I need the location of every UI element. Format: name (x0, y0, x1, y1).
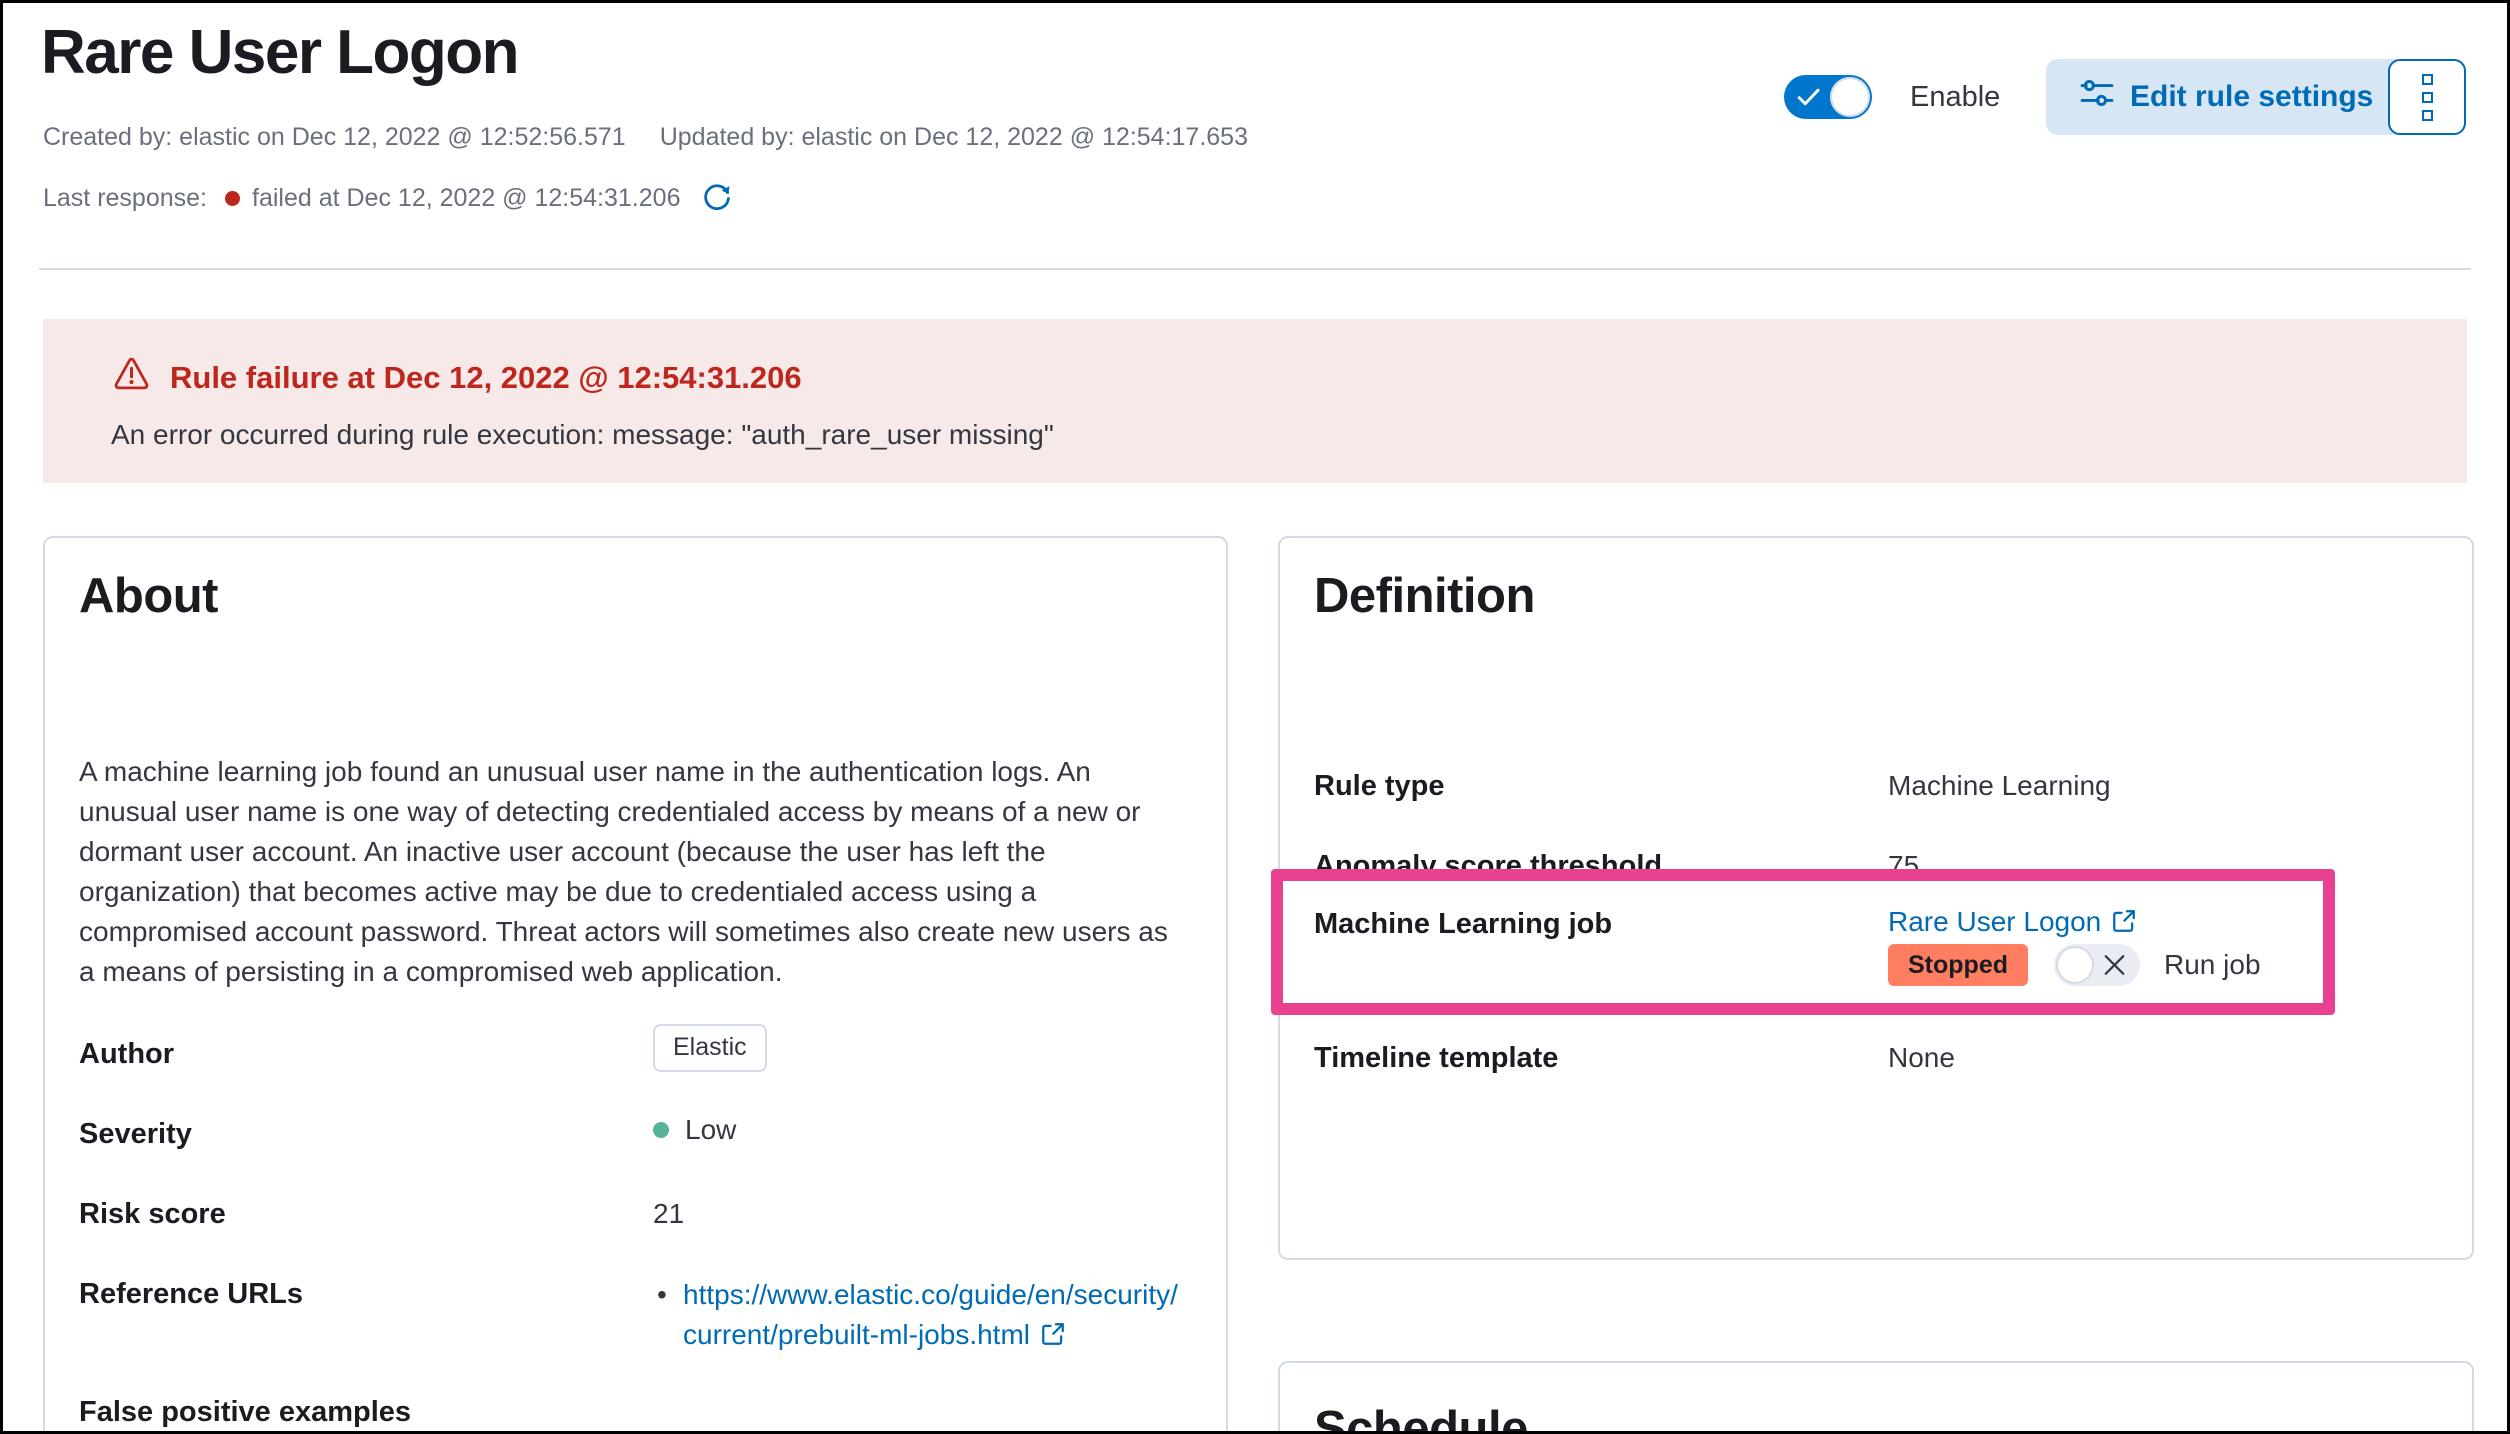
timeline-template-label: Timeline template (1314, 1042, 1558, 1075)
schedule-panel: Schedule (1278, 1361, 2474, 1434)
enable-group: Enable (1784, 75, 2000, 119)
rule-details-page: Rare User Logon Created by: elastic on D… (0, 0, 2510, 1434)
timeline-template-value: None (1888, 1042, 1955, 1074)
failed-status-dot-icon (225, 191, 240, 206)
cross-icon (2104, 955, 2125, 976)
reference-urls-label: Reference URLs (79, 1278, 303, 1311)
controls-icon (2080, 76, 2114, 118)
edit-rule-settings-label: Edit rule settings (2130, 80, 2373, 114)
author-badge: Elastic (653, 1024, 767, 1072)
reference-url-item: https://www.elastic.co/guide/en/security… (653, 1275, 1188, 1358)
rule-failure-message: An error occurred during rule execution:… (111, 419, 1054, 451)
last-response-value: failed at Dec 12, 2022 @ 12:54:31.206 (252, 184, 680, 213)
enable-switch[interactable] (1784, 75, 1872, 119)
run-job-switch[interactable] (2054, 944, 2140, 986)
rule-type-label: Rule type (1314, 770, 1445, 803)
severity-text: Low (685, 1114, 736, 1146)
risk-score-label: Risk score (79, 1198, 226, 1231)
ml-job-status-row: Stopped Run job (1888, 944, 2261, 986)
reference-url-link[interactable]: https://www.elastic.co/guide/en/security… (683, 1279, 1178, 1350)
external-link-icon (2111, 908, 2137, 941)
warning-triangle-icon (113, 355, 150, 400)
ml-job-link[interactable]: Rare User Logon (1888, 906, 2137, 937)
more-actions-button[interactable] (2388, 59, 2466, 135)
header-divider (39, 268, 2471, 270)
updated-by-text: Updated by: elastic on Dec 12, 2022 @ 12… (660, 123, 1248, 151)
author-value: Elastic (653, 1024, 767, 1072)
severity-label: Severity (79, 1118, 192, 1151)
ml-job-link-row: Rare User Logon (1888, 906, 2137, 941)
definition-title: Definition (1314, 568, 1535, 624)
anomaly-threshold-label: Anomaly score threshold (1314, 850, 1662, 883)
about-panel: About A machine learning job found an un… (43, 536, 1228, 1434)
severity-low-dot-icon (653, 1122, 669, 1138)
last-response-label: Last response: (43, 184, 207, 213)
false-positives-label: False positive examples (79, 1396, 411, 1429)
edit-rule-settings-button[interactable]: Edit rule settings (2046, 59, 2407, 135)
refresh-button[interactable] (702, 182, 732, 215)
rule-type-value: Machine Learning (1888, 770, 2111, 802)
refresh-icon (702, 182, 732, 215)
enable-label: Enable (1910, 81, 2000, 114)
definition-panel: Definition Rule type Machine Learning An… (1278, 536, 2474, 1260)
ml-job-label: Machine Learning job (1314, 908, 1612, 941)
about-title: About (79, 568, 218, 624)
anomaly-threshold-value: 75 (1888, 850, 1919, 882)
run-job-label: Run job (2164, 949, 2261, 981)
rule-failure-title-row: Rule failure at Dec 12, 2022 @ 12:54:31.… (113, 355, 802, 400)
ml-job-status-badge: Stopped (1888, 944, 2028, 986)
severity-value: Low (653, 1114, 736, 1146)
page-title: Rare User Logon (41, 17, 518, 88)
created-by-text: Created by: elastic on Dec 12, 2022 @ 12… (43, 123, 626, 151)
external-link-icon (1040, 1318, 1066, 1358)
boxes-vertical-icon (2422, 74, 2433, 121)
rule-meta-line: Created by: elastic on Dec 12, 2022 @ 12… (43, 123, 1248, 152)
last-response-line: Last response: failed at Dec 12, 2022 @ … (43, 181, 732, 215)
rule-failure-callout: Rule failure at Dec 12, 2022 @ 12:54:31.… (43, 319, 2467, 483)
switch-knob (2056, 946, 2094, 984)
switch-knob (1830, 77, 1870, 117)
rule-failure-title: Rule failure at Dec 12, 2022 @ 12:54:31.… (170, 360, 802, 396)
about-description: A machine learning job found an unusual … (79, 752, 1171, 992)
risk-score-value: 21 (653, 1198, 684, 1230)
check-icon (1797, 88, 1821, 106)
schedule-title: Schedule (1314, 1401, 1528, 1434)
author-label: Author (79, 1038, 174, 1071)
